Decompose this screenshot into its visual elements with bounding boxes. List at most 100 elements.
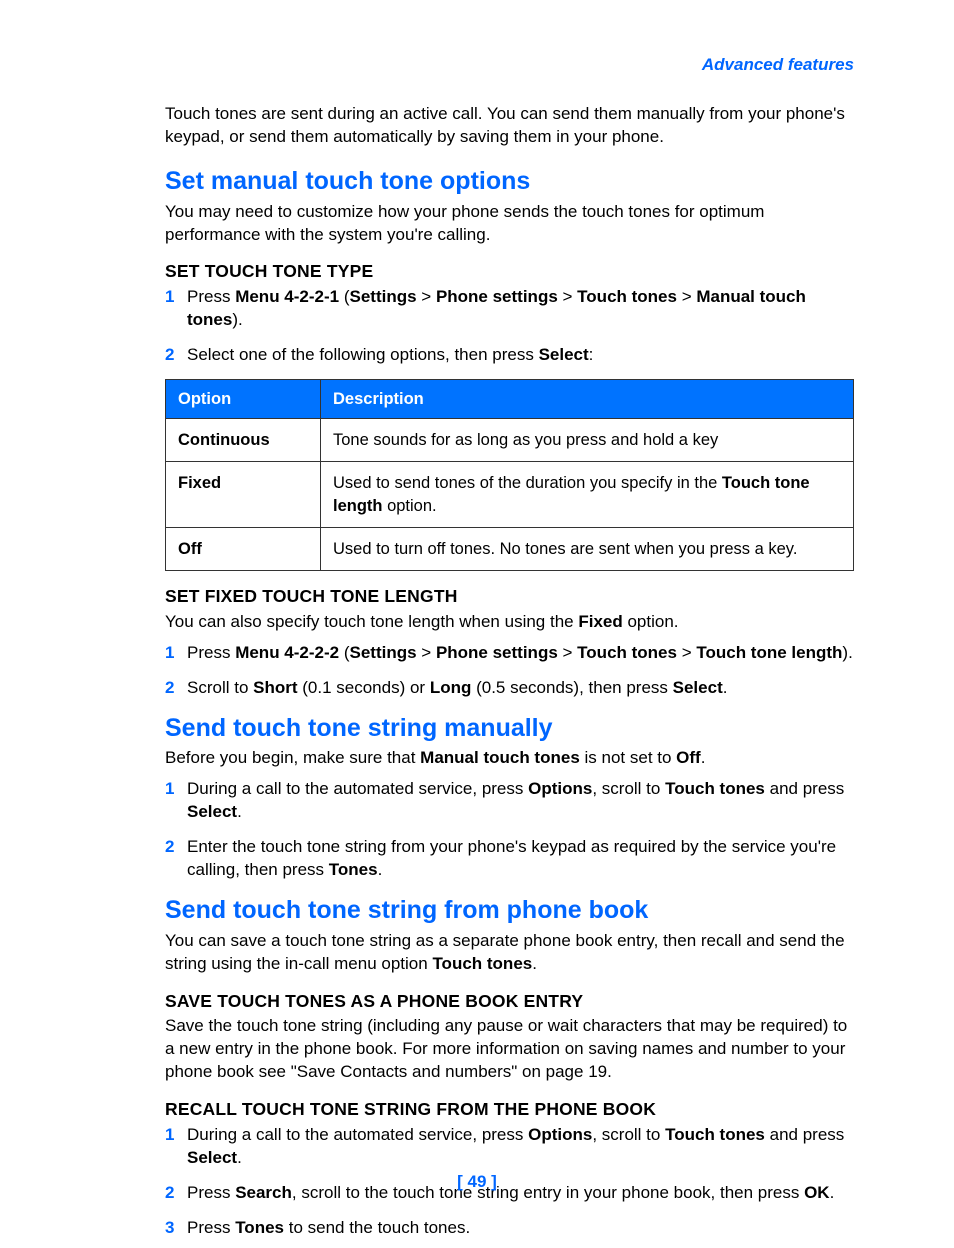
set-manual-desc: You may need to customize how your phone…	[165, 201, 854, 247]
list-item: Scroll to Short (0.1 seconds) or Long (0…	[165, 677, 854, 700]
text: .	[723, 678, 728, 697]
text: and press	[765, 1125, 844, 1144]
text: to send the touch tones.	[284, 1218, 470, 1237]
text: Press	[187, 643, 235, 662]
text: (0.1 seconds) or	[298, 678, 430, 697]
save-entry-desc: Save the touch tone string (including an…	[165, 1015, 854, 1084]
text: During a call to the automated service, …	[187, 1125, 528, 1144]
menu-code: Menu 4-2-2-1	[235, 287, 339, 306]
long-label: Long	[430, 678, 472, 697]
text: Scroll to	[187, 678, 253, 697]
text: >	[677, 643, 696, 662]
heading-set-fixed-length: SET FIXED TOUCH TONE LENGTH	[165, 585, 854, 609]
touch-tones-label: Touch tones	[665, 779, 765, 798]
text: and press	[765, 779, 844, 798]
text: >	[677, 287, 696, 306]
options-label: Options	[528, 779, 592, 798]
send-manual-desc: Before you begin, make sure that Manual …	[165, 747, 854, 770]
list-item: Select one of the following options, the…	[165, 344, 854, 367]
text: Press	[187, 1218, 235, 1237]
intro-text: Touch tones are sent during an active ca…	[165, 103, 854, 149]
select-label: Select	[187, 802, 237, 821]
th-description: Description	[321, 379, 854, 418]
text: ).	[232, 310, 242, 329]
path-phone-settings: Phone settings	[436, 287, 558, 306]
tones-label: Tones	[329, 860, 378, 879]
table-row: Fixed Used to send tones of the duration…	[166, 462, 854, 528]
list-item: Press Menu 4-2-2-2 (Settings > Phone set…	[165, 642, 854, 665]
options-table: Option Description Continuous Tone sound…	[165, 379, 854, 571]
path-touch-tone-length: Touch tone length	[696, 643, 842, 662]
text: .	[237, 1148, 242, 1167]
desc-continuous: Tone sounds for as long as you press and…	[321, 419, 854, 462]
set-type-steps: Press Menu 4-2-2-1 (Settings > Phone set…	[165, 286, 854, 367]
list-item: Press Menu 4-2-2-1 (Settings > Phone set…	[165, 286, 854, 332]
path-phone-settings: Phone settings	[436, 643, 558, 662]
text: >	[558, 643, 577, 662]
text: (0.5 seconds), then press	[471, 678, 672, 697]
opt-off: Off	[166, 527, 321, 570]
text: Enter the touch tone string from your ph…	[187, 837, 836, 879]
select-label: Select	[187, 1148, 237, 1167]
options-label: Options	[528, 1125, 592, 1144]
table-row: Continuous Tone sounds for as long as yo…	[166, 419, 854, 462]
phonebook-desc: You can save a touch tone string as a se…	[165, 930, 854, 976]
fixed-label: Fixed	[578, 612, 622, 631]
text: .	[532, 954, 537, 973]
heading-set-manual-options: Set manual touch tone options	[165, 165, 854, 199]
heading-save-phonebook-entry: SAVE TOUCH TONES AS A PHONE BOOK ENTRY	[165, 990, 854, 1014]
text: .	[378, 860, 383, 879]
heading-set-touch-tone-type: SET TOUCH TONE TYPE	[165, 260, 854, 284]
heading-send-manually: Send touch tone string manually	[165, 712, 854, 746]
text: Select one of the following options, the…	[187, 345, 539, 364]
menu-code: Menu 4-2-2-2	[235, 643, 339, 662]
list-item: Enter the touch tone string from your ph…	[165, 836, 854, 882]
table-header-row: Option Description	[166, 379, 854, 418]
opt-fixed: Fixed	[166, 462, 321, 528]
text: >	[558, 287, 577, 306]
text: ).	[842, 643, 852, 662]
header-section-link[interactable]: Advanced features	[165, 54, 854, 77]
manual-touch-tones-label: Manual touch tones	[420, 748, 580, 767]
heading-send-from-phonebook: Send touch tone string from phone book	[165, 894, 854, 928]
tones-label: Tones	[235, 1218, 284, 1237]
text: Press	[187, 287, 235, 306]
text: Used to send tones of the duration you s…	[333, 474, 722, 492]
text: You can also specify touch tone length w…	[165, 612, 578, 631]
text: (	[339, 643, 349, 662]
fixed-length-steps: Press Menu 4-2-2-2 (Settings > Phone set…	[165, 642, 854, 700]
text: Before you begin, make sure that	[165, 748, 420, 767]
th-option: Option	[166, 379, 321, 418]
path-touch-tones: Touch tones	[577, 287, 677, 306]
text: .	[237, 802, 242, 821]
path-touch-tones: Touch tones	[577, 643, 677, 662]
touch-tones-label: Touch tones	[665, 1125, 765, 1144]
text: is not set to	[580, 748, 676, 767]
text: >	[417, 643, 436, 662]
opt-continuous: Continuous	[166, 419, 321, 462]
select-label: Select	[673, 678, 723, 697]
list-item: During a call to the automated service, …	[165, 1124, 854, 1170]
path-settings: Settings	[350, 643, 417, 662]
page-number: [ 49 ]	[0, 1171, 954, 1194]
path-settings: Settings	[350, 287, 417, 306]
text: , scroll to	[592, 779, 665, 798]
short-label: Short	[253, 678, 297, 697]
desc-off: Used to turn off tones. No tones are sen…	[321, 527, 854, 570]
text: .	[701, 748, 706, 767]
text: >	[417, 287, 436, 306]
text: , scroll to	[592, 1125, 665, 1144]
touch-tones-label: Touch tones	[432, 954, 532, 973]
off-label: Off	[676, 748, 701, 767]
desc-fixed: Used to send tones of the duration you s…	[321, 462, 854, 528]
text: option.	[383, 497, 437, 515]
text: (	[339, 287, 349, 306]
table-row: Off Used to turn off tones. No tones are…	[166, 527, 854, 570]
send-manual-steps: During a call to the automated service, …	[165, 778, 854, 882]
text: option.	[623, 612, 679, 631]
select-label: Select	[539, 345, 589, 364]
list-item: During a call to the automated service, …	[165, 778, 854, 824]
fixed-length-desc: You can also specify touch tone length w…	[165, 611, 854, 634]
heading-recall-phonebook: RECALL TOUCH TONE STRING FROM THE PHONE …	[165, 1098, 854, 1122]
text: :	[589, 345, 594, 364]
